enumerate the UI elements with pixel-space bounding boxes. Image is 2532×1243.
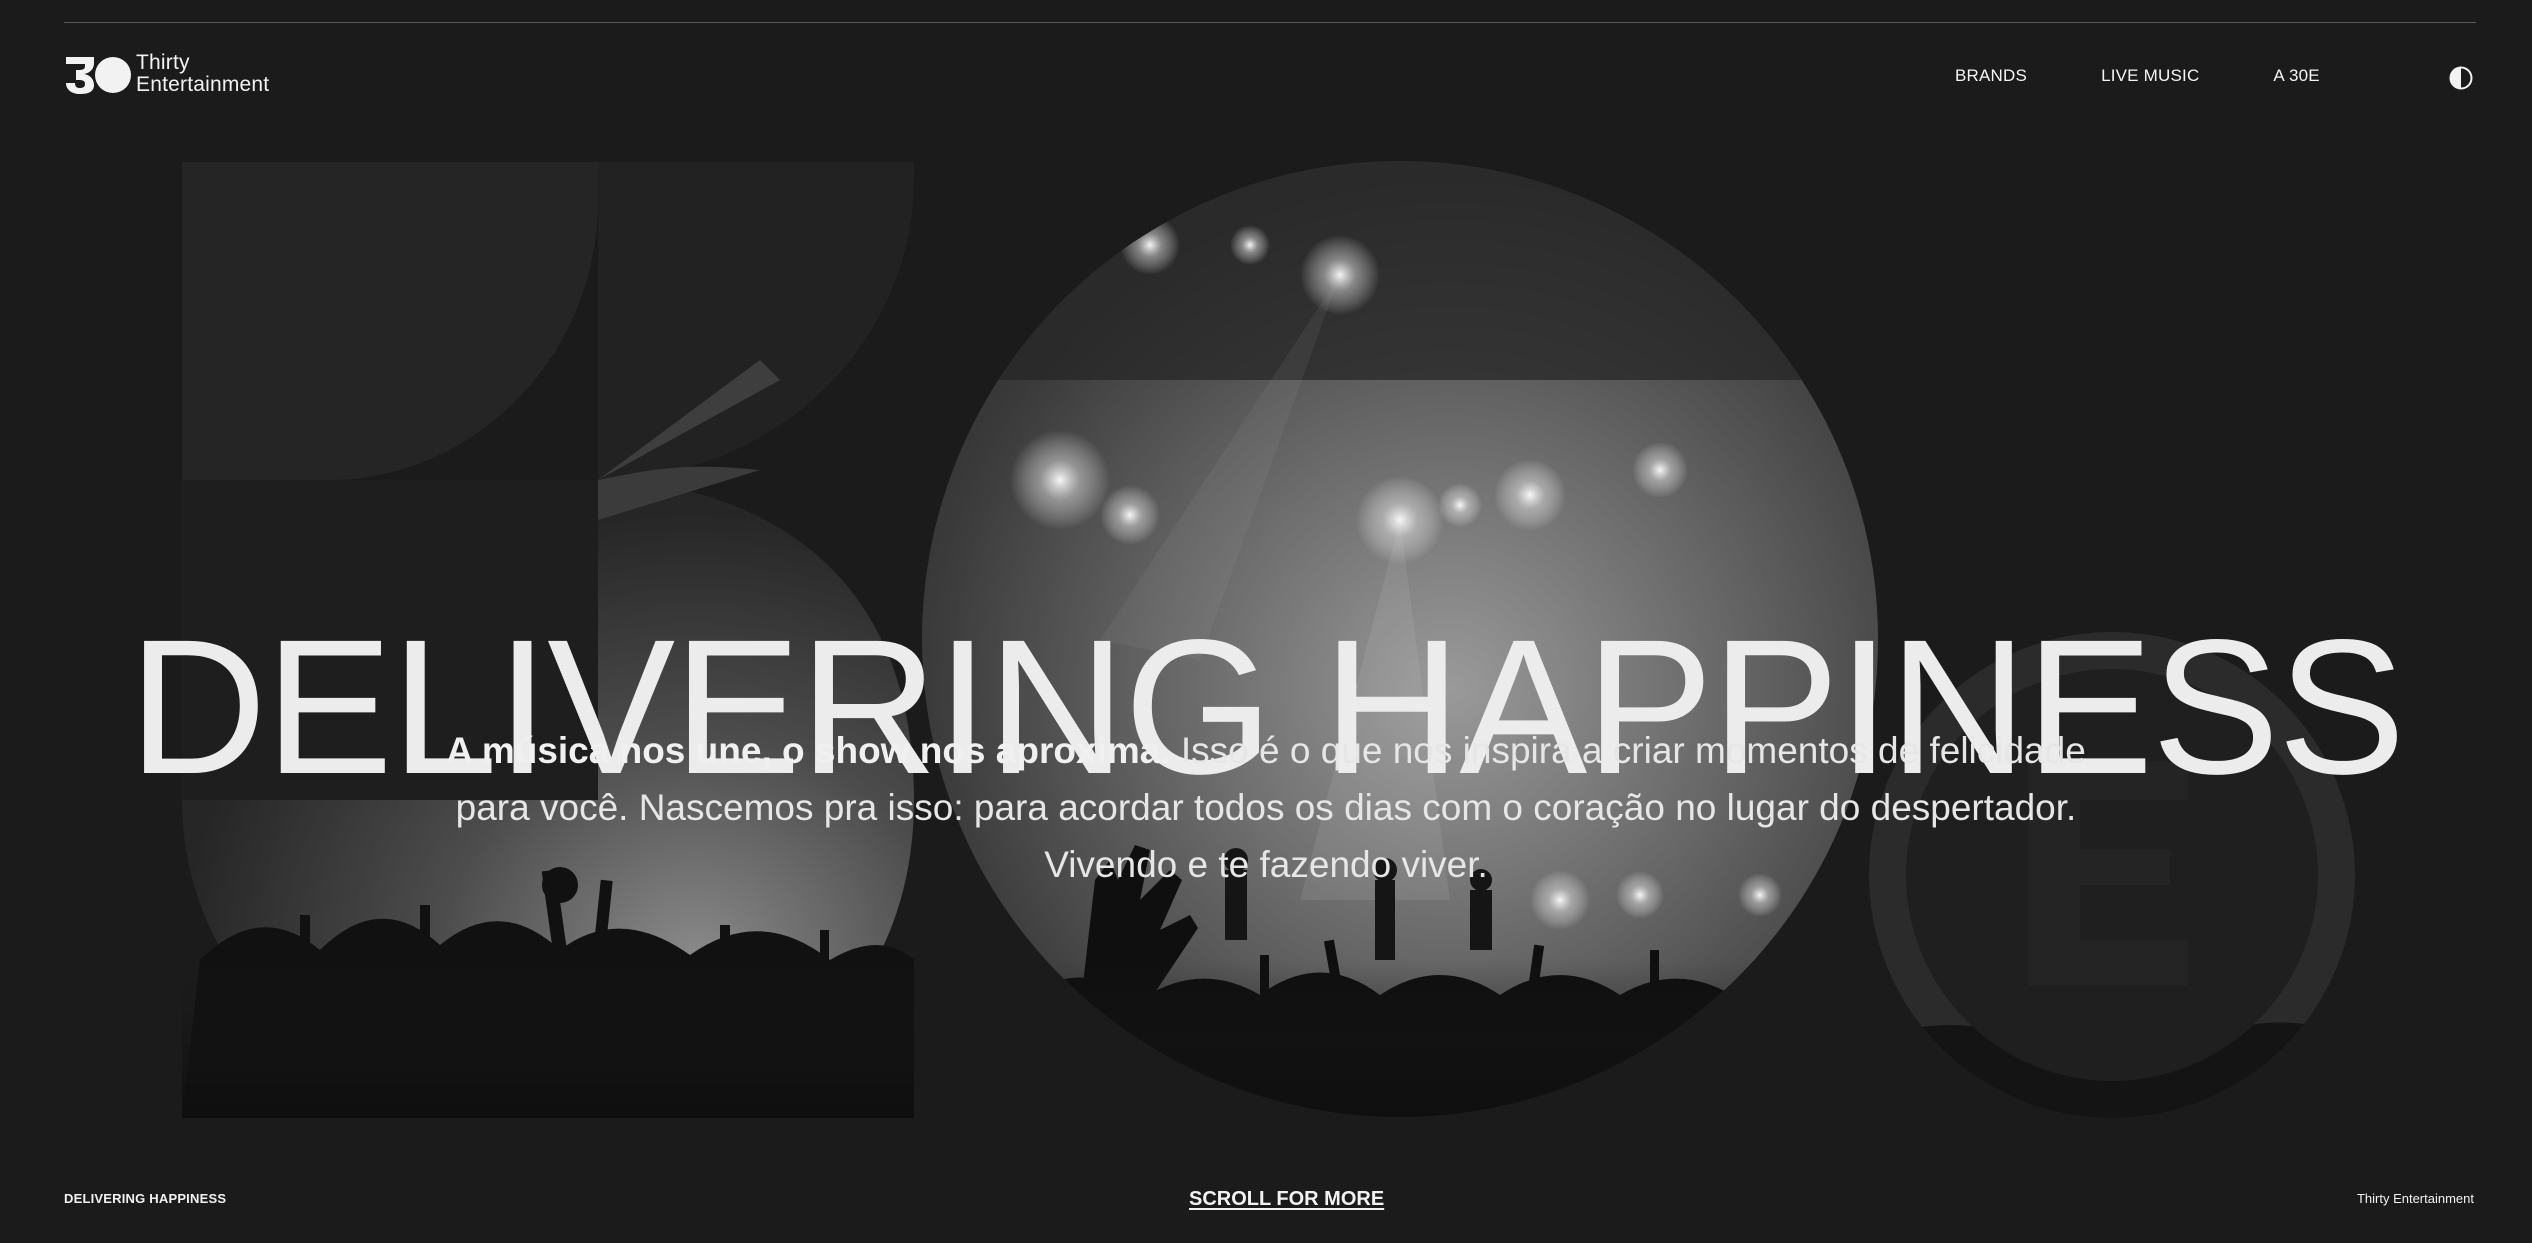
footer-brand: Thirty Entertainment — [2356, 1191, 2474, 1206]
footer-tagline: DELIVERING HAPPINESS — [64, 1191, 227, 1206]
nav-item-a-30e[interactable]: A 30E — [2273, 66, 2319, 86]
half-circle-contrast-icon[interactable] — [2449, 66, 2473, 90]
scroll-for-more-link[interactable]: SCROLL FOR MORE — [1189, 1188, 1384, 1211]
nav-item-brands[interactable]: BRANDS — [1955, 66, 2027, 86]
landing-page: Thirty Entertainment BRANDS LIVE MUSIC A… — [0, 0, 2532, 1243]
brand-name-line2: Entertainment — [136, 73, 270, 96]
hero-lead: A música nos une, o show nos aproxima. I… — [430, 722, 2102, 893]
main-nav: BRANDS LIVE MUSIC A 30E — [1955, 66, 2394, 86]
brand-name-line1: Thirty — [136, 51, 190, 74]
brand-name: Thirty Entertainment — [136, 52, 269, 96]
thirty-logo-icon — [66, 57, 131, 94]
nav-item-live-music[interactable]: LIVE MUSIC — [2101, 66, 2199, 86]
brand-logo[interactable]: Thirty Entertainment — [64, 52, 269, 96]
hero-lead-bold: A música nos une, o show nos aproxima. — [446, 730, 1171, 771]
